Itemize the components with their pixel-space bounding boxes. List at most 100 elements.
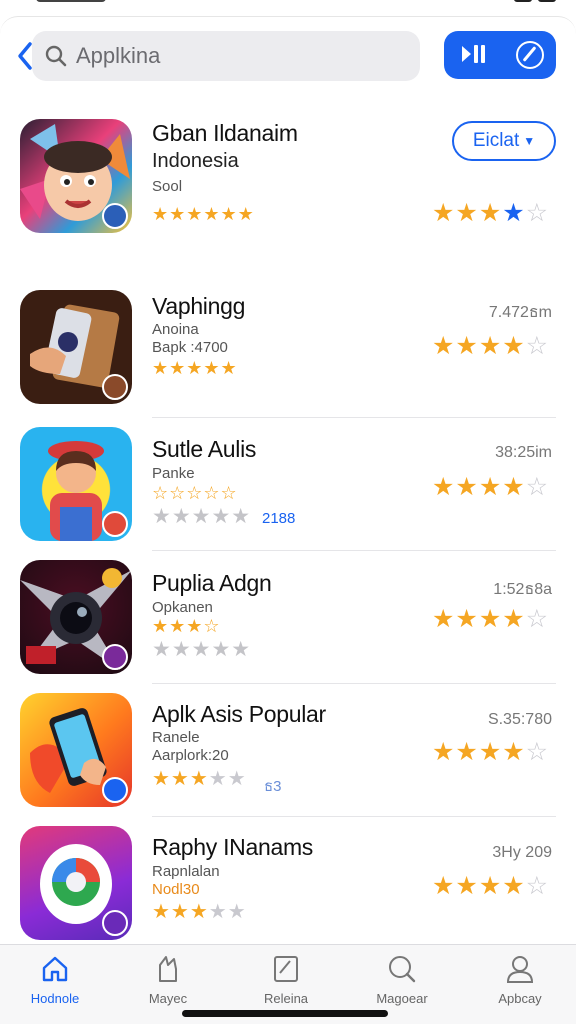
app-name: Raphy INanams xyxy=(152,834,314,860)
app-name: Vaphingg xyxy=(152,293,246,319)
tab-label: Hodnole xyxy=(30,991,80,1006)
tab-apps[interactable]: Releina xyxy=(236,953,336,1006)
rating-star-empty: ☆ xyxy=(525,473,550,501)
app-rating-stars: ★★★★☆ xyxy=(432,872,549,900)
app-rating-stars: ★★★★☆ xyxy=(432,605,549,633)
tab-games[interactable]: Mayec xyxy=(118,953,218,1006)
get-button-label: Eiclat xyxy=(472,130,520,151)
app-badge-icon xyxy=(102,511,128,537)
search-icon xyxy=(45,45,67,67)
top-bar xyxy=(0,16,576,100)
games-icon xyxy=(159,956,177,982)
small-stars-filled: ★★★★★★ xyxy=(152,204,255,224)
time-indicator xyxy=(36,0,106,2)
rating-star-empty: ☆ xyxy=(525,332,550,360)
tab-label: Releina xyxy=(263,991,309,1006)
app-small-stars: ★★★☆ xyxy=(152,617,221,635)
app-name: Aplk Asis Popular xyxy=(152,701,326,727)
app-meta: S.35:780 xyxy=(487,711,552,728)
app-size: Aarplork:20 xyxy=(152,747,229,764)
row-divider xyxy=(152,683,556,684)
app-gray-stars: ★★★★★ xyxy=(152,505,252,528)
search-icon xyxy=(389,956,416,983)
media-compass-button[interactable] xyxy=(444,31,556,79)
app-size: Nodl30 xyxy=(152,881,200,898)
status-icons xyxy=(514,0,556,2)
play-pause-icon xyxy=(462,45,485,63)
app-small-stars: ★★★★★ xyxy=(152,768,247,790)
small-stars-filled: ★★★★★ xyxy=(152,358,238,378)
app-meta: 7.472ธm xyxy=(488,304,552,321)
app-subtitle: Indonesia xyxy=(152,150,239,172)
app-small-stars: ★★★★★ xyxy=(152,901,247,923)
rating-star-empty: ☆ xyxy=(525,872,550,900)
app-badge-icon xyxy=(102,203,128,229)
app-gray-stars: ★★★★★ xyxy=(152,638,252,661)
app-rating-stars: ★★★★☆ xyxy=(432,199,549,227)
app-small-stars: ★★★★★ xyxy=(152,359,238,377)
app-icon[interactable] xyxy=(20,290,132,404)
status-bar xyxy=(0,0,576,14)
app-badge-icon xyxy=(102,644,128,670)
row-divider xyxy=(152,816,556,817)
compass-icon xyxy=(516,41,544,69)
account-icon xyxy=(506,956,534,983)
rating-stars-filled: ★★★★ xyxy=(432,473,526,501)
small-stars-empty: ★★ xyxy=(208,901,247,923)
app-icon[interactable] xyxy=(20,560,132,674)
apps-icon xyxy=(274,956,298,982)
rating-star-empty: ☆ xyxy=(525,738,550,766)
rating-star-empty: ☆ xyxy=(525,605,550,633)
rating-stars-filled: ★★★★ xyxy=(432,738,526,766)
small-stars-filled: ★★★☆ xyxy=(152,616,221,636)
home-indicator[interactable] xyxy=(182,1010,388,1017)
tab-label: Mayec xyxy=(148,991,188,1006)
app-small-stars: ★★★★★★ xyxy=(152,205,255,223)
row-divider xyxy=(152,550,556,551)
get-button[interactable]: Eiclat ▼ xyxy=(452,121,556,161)
small-stars-filled: ★★★ xyxy=(152,901,209,923)
small-stars-empty: ★★ xyxy=(208,768,247,790)
home-icon xyxy=(42,956,68,982)
app-meta: 3Hy 209 xyxy=(492,844,552,861)
small-stars-outline: ☆☆☆☆☆ xyxy=(152,483,238,503)
app-icon[interactable] xyxy=(20,119,132,233)
search-input[interactable] xyxy=(76,43,376,69)
app-subtitle: Opkanen xyxy=(152,599,213,616)
app-name: Sutle Aulis xyxy=(152,436,257,462)
tab-search[interactable]: Magoear xyxy=(352,953,452,1006)
search-box[interactable] xyxy=(32,31,420,81)
rating-star-empty: ☆ xyxy=(525,199,550,227)
rating-stars-filled: ★★★ xyxy=(432,199,503,227)
app-subtitle: Panke xyxy=(152,465,195,482)
tab-label: Apbcay xyxy=(498,991,542,1006)
app-review-count: 2188 xyxy=(262,510,296,527)
rating-stars-filled: ★★★★ xyxy=(432,605,526,633)
app-size: Bapk :4700 xyxy=(152,339,228,356)
app-name: Gban Ildanaim xyxy=(152,120,298,146)
app-icon[interactable] xyxy=(20,427,132,541)
app-meta: 1:52ธ8a xyxy=(493,581,552,598)
app-badge-icon xyxy=(102,777,128,803)
rating-star-blue: ★ xyxy=(502,199,526,227)
app-badge-icon xyxy=(102,910,128,936)
app-small-stars: ☆☆☆☆☆ xyxy=(152,484,238,502)
row-divider xyxy=(152,417,556,418)
tab-label: Magoear xyxy=(376,991,428,1006)
app-rating-stars: ★★★★☆ xyxy=(432,738,549,766)
rating-stars-filled: ★★★★ xyxy=(432,872,526,900)
tab-home[interactable]: Hodnole xyxy=(5,953,105,1006)
app-icon[interactable] xyxy=(20,826,132,940)
app-review-count: ธ3 xyxy=(264,778,282,795)
app-badge-icon xyxy=(102,374,128,400)
rating-stars-filled: ★★★★ xyxy=(432,332,526,360)
app-subtitle: Rapnlalan xyxy=(152,863,220,880)
app-meta: 38:25im xyxy=(495,444,552,461)
chevron-down-icon: ▼ xyxy=(523,134,536,148)
app-rating-stars: ★★★★☆ xyxy=(432,332,549,360)
app-subtitle: Ranele xyxy=(152,729,200,746)
app-category: Sool xyxy=(152,178,183,195)
app-icon[interactable] xyxy=(20,693,132,807)
app-rating-stars: ★★★★☆ xyxy=(432,473,549,501)
tab-account[interactable]: Apbcay xyxy=(470,953,570,1006)
